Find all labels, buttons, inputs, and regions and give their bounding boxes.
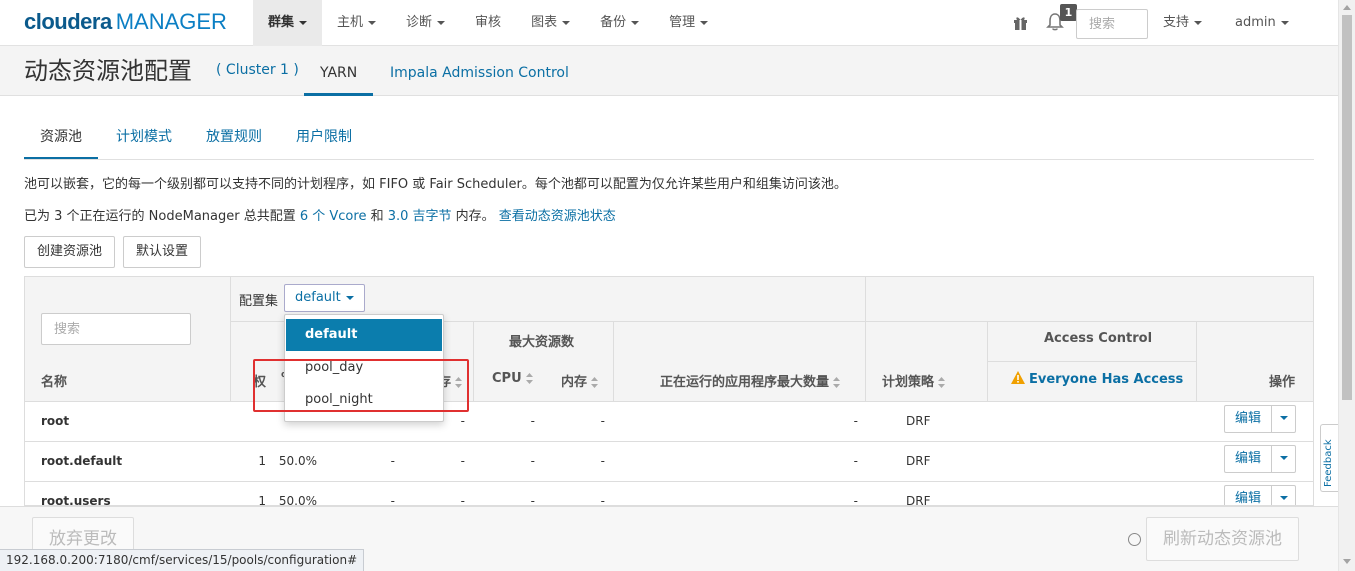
nav-clusters[interactable]: 群集 xyxy=(253,0,323,46)
caret-down-icon xyxy=(368,20,377,25)
caret-down-icon xyxy=(1279,495,1288,500)
sort-icon xyxy=(591,377,599,388)
col-group-access-control: Access Control xyxy=(1044,331,1153,346)
table-row: root.users 1 50.0% - - - - - DRF 编辑 xyxy=(25,481,1313,505)
edit-button[interactable]: 编辑 xyxy=(1224,445,1272,473)
config-set-dropdown[interactable]: default xyxy=(284,284,365,312)
capacity-summary: 已为 3 个正在运行的 NodeManager 总共配置 6 个 Vcore 和… xyxy=(24,209,616,224)
tab-impala-admission-control[interactable]: Impala Admission Control xyxy=(390,46,569,96)
highlight-annotation xyxy=(253,359,469,412)
config-subtabs: 资源池 计划模式 放置规则 用户限制 xyxy=(24,118,1314,160)
caret-down-icon xyxy=(1279,455,1288,460)
col-actions: 操作 xyxy=(1269,375,1296,390)
caret-down-icon xyxy=(1194,20,1203,25)
sort-icon xyxy=(938,377,946,388)
edit-button-group: 编辑 xyxy=(1224,485,1297,505)
view-pool-status-link[interactable]: 查看动态资源池状态 xyxy=(499,209,616,224)
page-title: 动态资源池配置 xyxy=(24,57,192,85)
browser-status-url: 192.168.0.200:7180/cmf/services/15/pools… xyxy=(0,549,365,571)
caret-down-icon xyxy=(631,20,640,25)
config-set-option-default[interactable]: default xyxy=(286,319,442,351)
scroll-up-arrow-icon[interactable] xyxy=(1343,5,1351,10)
sort-icon xyxy=(525,373,533,384)
page-scrollbar[interactable] xyxy=(1338,0,1355,571)
scrollbar-thumb[interactable] xyxy=(1342,15,1352,400)
nav-backup[interactable]: 备份 xyxy=(585,0,654,46)
sort-icon xyxy=(833,377,841,388)
gift-icon[interactable] xyxy=(1013,15,1028,30)
refresh-pools-button[interactable]: 刷新动态资源池 xyxy=(1146,517,1299,561)
resource-pools-table: 配置集 default 名称 权 % 存 最大资源数 CPU 内存 正在运行的应… xyxy=(24,276,1314,506)
memory-link[interactable]: 3.0 吉字节 xyxy=(388,209,452,224)
top-navbar: clouderaMANAGER 群集 主机 诊断 审核 图表 备份 管理 1 支… xyxy=(0,0,1338,46)
tab-yarn[interactable]: YARN xyxy=(304,46,374,96)
edit-menu-toggle[interactable] xyxy=(1271,405,1297,433)
config-set-label: 配置集 xyxy=(239,294,279,309)
edit-button[interactable]: 编辑 xyxy=(1224,485,1272,505)
vcore-link[interactable]: 6 个 Vcore xyxy=(300,209,367,224)
pool-description: 池可以嵌套，它的每一个级别都可以支持不同的计划程序，如 FIFO 或 Fair … xyxy=(24,177,847,192)
caret-down-icon xyxy=(299,20,308,25)
pool-name[interactable]: root xyxy=(41,402,69,440)
tab-scheduling-rules[interactable]: 计划模式 xyxy=(100,118,188,160)
main-nav: 群集 主机 诊断 审核 图表 备份 管理 xyxy=(253,0,723,46)
edit-menu-toggle[interactable] xyxy=(1271,445,1297,473)
global-search-input[interactable] xyxy=(1076,9,1148,39)
tab-placement-rules[interactable]: 放置规则 xyxy=(190,118,278,160)
feedback-tab[interactable]: Feedback xyxy=(1320,424,1338,492)
edit-button[interactable]: 编辑 xyxy=(1224,405,1272,433)
col-name[interactable]: 名称 xyxy=(41,371,67,390)
support-menu[interactable]: 支持 xyxy=(1163,0,1203,46)
warning-icon xyxy=(1011,371,1025,384)
nav-admin[interactable]: 管理 xyxy=(654,0,723,46)
pool-name[interactable]: root.default xyxy=(41,442,122,480)
tab-resource-pools[interactable]: 资源池 xyxy=(24,118,98,160)
col-max-running-apps[interactable]: 正在运行的应用程序最大数量 xyxy=(660,371,841,390)
caret-down-icon xyxy=(1280,20,1289,25)
subtabs-divider xyxy=(24,159,1314,160)
edit-button-group: 编辑 xyxy=(1224,405,1297,433)
user-menu[interactable]: admin xyxy=(1235,0,1289,46)
loading-spinner-icon xyxy=(1128,533,1141,546)
default-settings-button[interactable]: 默认设置 xyxy=(123,236,202,268)
page-header: 动态资源池配置 ( Cluster 1 ) YARN Impala Admiss… xyxy=(0,46,1338,96)
everyone-has-access-link[interactable]: Everyone Has Access xyxy=(1011,371,1183,387)
col-max-cpu[interactable]: CPU xyxy=(492,371,533,386)
pool-search-input[interactable] xyxy=(41,313,191,345)
edit-button-group: 编辑 xyxy=(1224,445,1297,473)
edit-menu-toggle[interactable] xyxy=(1271,485,1297,505)
nav-audits[interactable]: 审核 xyxy=(460,0,516,46)
table-row: root.default 1 50.0% - - - - - DRF 编辑 xyxy=(25,441,1313,481)
caret-down-icon xyxy=(345,295,354,300)
nav-hosts[interactable]: 主机 xyxy=(322,0,391,46)
create-pool-button[interactable]: 创建资源池 xyxy=(24,236,116,268)
tab-user-limits[interactable]: 用户限制 xyxy=(280,118,368,160)
scroll-down-arrow-icon[interactable] xyxy=(1343,559,1351,564)
caret-down-icon xyxy=(1279,415,1288,420)
caret-down-icon xyxy=(437,20,446,25)
col-max-memory[interactable]: 内存 xyxy=(561,371,599,390)
nav-charts[interactable]: 图表 xyxy=(516,0,585,46)
cloudera-manager-logo[interactable]: cloudera MANAGER xyxy=(24,10,227,34)
table-row: root - - - - DRF 编辑 xyxy=(25,401,1313,441)
col-scheduling-policy[interactable]: 计划策略 xyxy=(882,371,946,390)
caret-down-icon xyxy=(700,20,709,25)
cluster-link[interactable]: ( Cluster 1 ) xyxy=(216,62,299,78)
col-group-max-resources: 最大资源数 xyxy=(509,335,575,350)
caret-down-icon xyxy=(562,20,571,25)
notification-count-badge: 1 xyxy=(1060,4,1077,21)
pool-name[interactable]: root.users xyxy=(41,482,111,505)
nav-diagnostics[interactable]: 诊断 xyxy=(391,0,460,46)
